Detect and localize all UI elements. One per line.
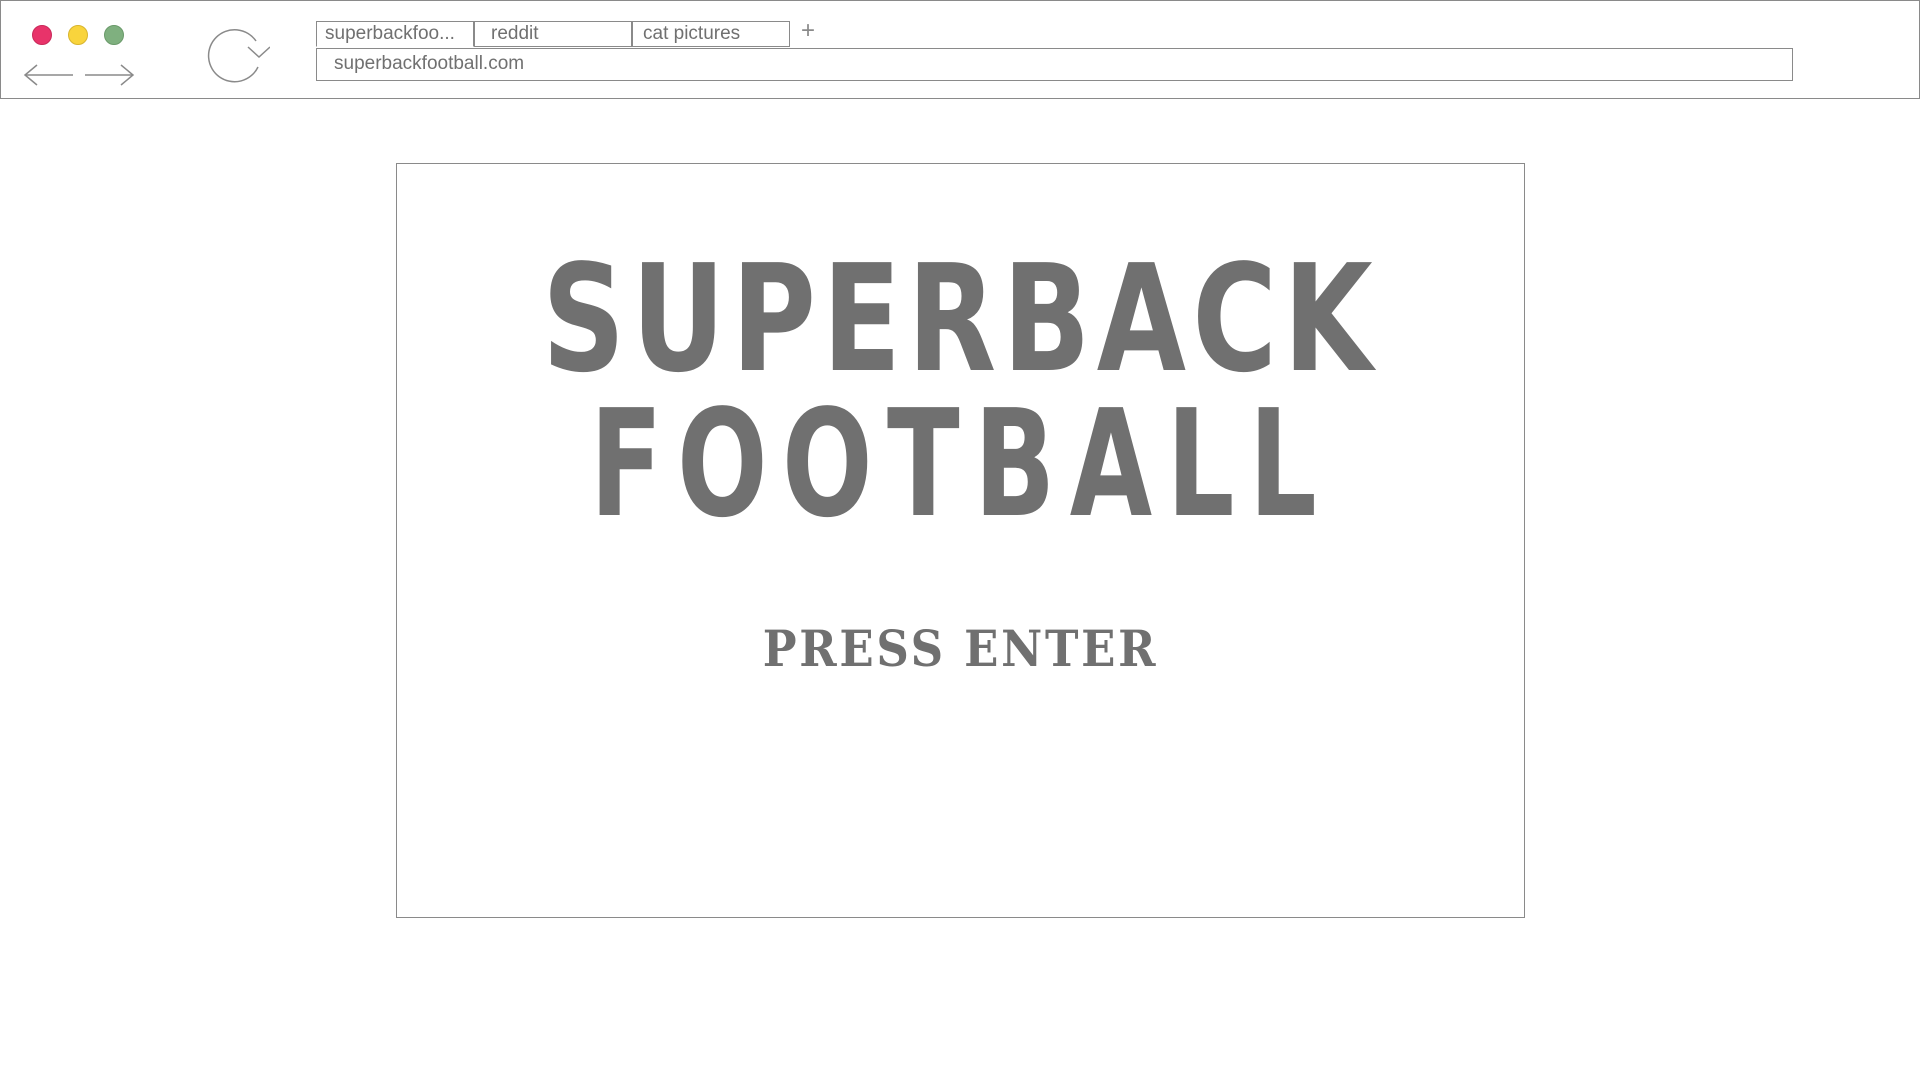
game-canvas[interactable]: SUPERBACK FOOTBALL PRESS ENTER (396, 163, 1525, 918)
address-bar[interactable]: superbackfootball.com (316, 48, 1793, 81)
reload-icon[interactable] (204, 27, 270, 89)
game-title-line-2: FOOTBALL (589, 378, 1332, 550)
press-enter-prompt: PRESS ENTER (762, 619, 1159, 678)
window-maximize-button[interactable] (104, 25, 124, 45)
tab-superbackfootball[interactable]: superbackfoo... (316, 21, 474, 47)
tab-cat-pictures[interactable]: cat pictures (632, 21, 790, 47)
tab-reddit[interactable]: reddit (474, 21, 632, 47)
game-title-line-1: SUPERBACK (542, 233, 1379, 405)
window-close-button[interactable] (32, 25, 52, 45)
window-minimize-button[interactable] (68, 25, 88, 45)
browser-toolbar: superbackfoo... reddit cat pictures + su… (0, 0, 1920, 99)
arrow-left-icon[interactable] (23, 63, 75, 87)
arrow-right-icon[interactable] (83, 63, 135, 87)
plus-icon[interactable]: + (801, 19, 815, 43)
